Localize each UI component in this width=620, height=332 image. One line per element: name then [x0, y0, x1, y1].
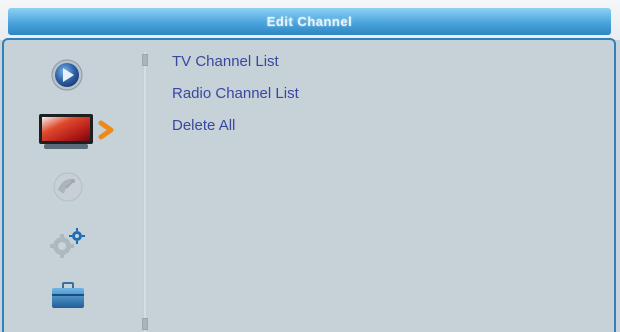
title-pill: Edit Channel [8, 8, 611, 35]
menu-item-tv-channel-list[interactable]: TV Channel List [172, 52, 299, 84]
channel-menu-list: TV Channel List Radio Channel List Delet… [172, 52, 299, 148]
edit-channel-screen: Edit Channel TV Channel List Radio Chann… [0, 0, 620, 332]
toolbox-icon[interactable] [50, 280, 86, 310]
page-title: Edit Channel [266, 14, 353, 29]
main-panel [2, 38, 616, 332]
sidebar-divider [143, 52, 147, 332]
chevron-right-icon [98, 120, 114, 140]
play-circle-icon[interactable] [48, 58, 86, 94]
satellite-dish-icon[interactable] [50, 170, 86, 204]
title-bar: Edit Channel [0, 0, 620, 40]
menu-item-delete-all[interactable]: Delete All [172, 116, 299, 148]
menu-item-radio-channel-list[interactable]: Radio Channel List [172, 84, 299, 116]
gear-icon[interactable] [48, 224, 88, 260]
scrollbar-top-handle[interactable] [142, 54, 148, 66]
scrollbar-bottom-handle[interactable] [142, 318, 148, 330]
